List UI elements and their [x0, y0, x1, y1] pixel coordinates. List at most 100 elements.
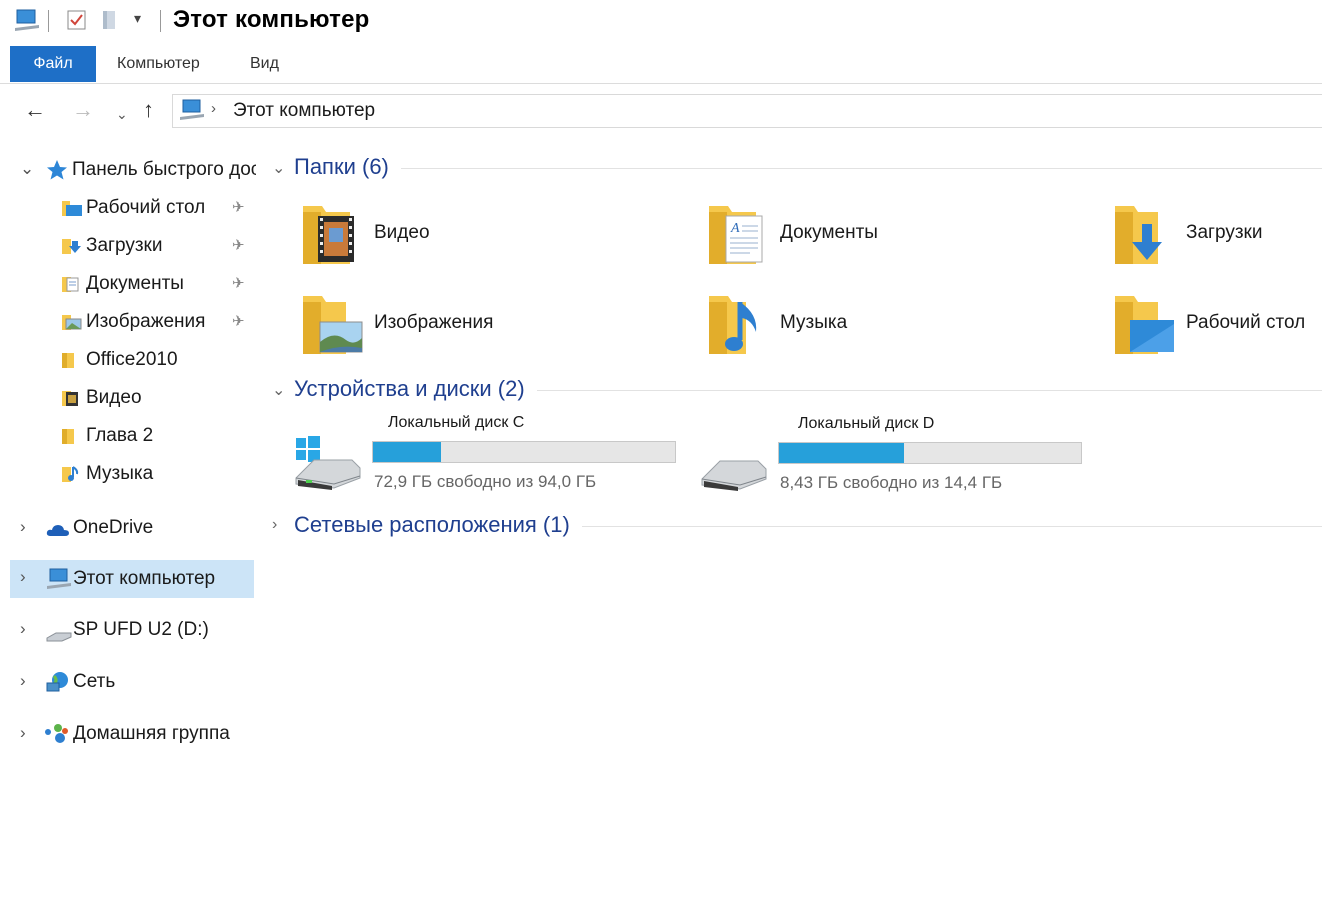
- folder-desktop[interactable]: Рабочий стол: [1112, 288, 1322, 368]
- folder-name: Документы: [780, 222, 878, 243]
- ribbon-tabs: Файл Компьютер Вид: [0, 46, 1322, 84]
- collapsed-chevron-icon[interactable]: ›: [20, 567, 26, 587]
- sidebar-item-documents[interactable]: Документы ✈: [10, 266, 254, 302]
- drive-free-space: 72,9 ГБ свободно из 94,0 ГБ: [374, 472, 597, 491]
- recent-locations-chevron-icon[interactable]: ⌄: [116, 102, 128, 126]
- sidebar-item-network[interactable]: › Сеть: [10, 664, 254, 700]
- sidebar-item-label: Глава 2: [86, 425, 154, 446]
- network-icon: [46, 671, 70, 699]
- collapsed-chevron-icon[interactable]: ›: [20, 517, 26, 537]
- navigation-pane: ⌄ Панель быстрого доступа Рабочий стол ✈…: [10, 150, 256, 790]
- sidebar-item-label: Office2010: [86, 349, 178, 370]
- desktop-folder-icon: [62, 199, 82, 223]
- sidebar-item-this-pc[interactable]: › Этот компьютер: [10, 560, 254, 598]
- collapsed-chevron-icon[interactable]: ›: [20, 671, 26, 691]
- sidebar-item-label: Изображения: [86, 311, 206, 332]
- breadcrumb-separator-icon[interactable]: ›: [211, 100, 216, 117]
- drive-name: Локальный диск D: [798, 415, 935, 432]
- expanded-chevron-icon[interactable]: ⌄: [20, 159, 34, 179]
- computer-icon: [46, 568, 72, 596]
- drive-usage-fill: [373, 442, 441, 462]
- group-title: Устройства и диски (2): [294, 376, 537, 402]
- back-arrow-icon[interactable]: ←: [24, 98, 46, 122]
- up-arrow-icon[interactable]: ↑: [143, 98, 154, 122]
- collapsed-chevron-icon[interactable]: ›: [20, 619, 26, 639]
- sidebar-item-downloads[interactable]: Загрузки ✈: [10, 228, 254, 264]
- tab-computer[interactable]: Компьютер: [105, 46, 212, 82]
- usb-drive-icon: [46, 626, 72, 648]
- folder-icon: [62, 427, 82, 451]
- sidebar-item-homegroup[interactable]: › Домашняя группа: [10, 716, 254, 752]
- divider: [294, 168, 1322, 169]
- tab-view[interactable]: Вид: [238, 46, 291, 82]
- properties-icon[interactable]: [66, 8, 88, 37]
- expanded-chevron-icon[interactable]: ⌄: [272, 380, 285, 400]
- navigation-bar: ← → ⌄ ↑ › Этот компьютер: [0, 94, 1322, 128]
- sidebar-item-label: Загрузки: [86, 235, 163, 256]
- sidebar-item-office2010[interactable]: Office2010: [10, 342, 254, 378]
- folder-name: Загрузки: [1186, 222, 1263, 243]
- address-bar[interactable]: › Этот компьютер: [172, 94, 1322, 128]
- star-icon: [46, 159, 68, 187]
- expanded-chevron-icon[interactable]: ⌄: [272, 158, 285, 178]
- group-title: Сетевые расположения (1): [294, 512, 582, 538]
- sidebar-item-pictures[interactable]: Изображения ✈: [10, 304, 254, 340]
- sidebar-item-quick-access[interactable]: ⌄ Панель быстрого доступа: [10, 152, 256, 188]
- videos-folder-icon: [303, 206, 354, 264]
- sidebar-item-label: Этот компьютер: [73, 568, 216, 589]
- folder-name: Музыка: [780, 312, 848, 333]
- network-group-header[interactable]: › Сетевые расположения (1): [272, 512, 1322, 542]
- folder-documents[interactable]: A Документы: [706, 198, 1086, 278]
- customize-arrow-icon[interactable]: ▾: [134, 10, 141, 27]
- folder-downloads[interactable]: Загрузки: [1112, 198, 1322, 278]
- hard-drive-icon: [701, 460, 767, 491]
- folder-videos[interactable]: Видео: [300, 198, 680, 278]
- breadcrumb-this-pc[interactable]: Этот компьютер: [233, 100, 375, 122]
- sidebar-item-label: Домашняя группа: [73, 723, 230, 744]
- documents-folder-icon: A: [709, 206, 763, 264]
- sidebar-item-label: Рабочий стол: [86, 197, 206, 218]
- collapsed-chevron-icon[interactable]: ›: [272, 516, 277, 534]
- folder-icon: [62, 351, 82, 375]
- pin-icon[interactable]: ✈: [232, 274, 245, 292]
- window-title: Этот компьютер: [173, 6, 370, 33]
- folder-pictures[interactable]: Изображения: [300, 288, 680, 368]
- computer-icon[interactable]: [14, 8, 40, 37]
- devices-group-header[interactable]: ⌄ Устройства и диски (2): [272, 376, 1322, 406]
- folder-music[interactable]: Музыка: [706, 288, 1086, 368]
- sidebar-item-music[interactable]: Музыка: [10, 456, 254, 492]
- sidebar-item-label: Документы: [86, 273, 184, 294]
- group-title: Папки (6): [294, 154, 401, 180]
- downloads-folder-icon: [1115, 206, 1162, 264]
- drive-usage-bar: [778, 442, 1082, 464]
- sidebar-item-desktop[interactable]: Рабочий стол ✈: [10, 190, 254, 226]
- onedrive-icon: [46, 521, 70, 543]
- forward-arrow-icon[interactable]: →: [72, 98, 94, 122]
- svg-text:A: A: [730, 221, 740, 236]
- sidebar-item-label: SP UFD U2 (D:): [73, 619, 209, 640]
- pin-icon[interactable]: ✈: [232, 236, 245, 254]
- collapsed-chevron-icon[interactable]: ›: [20, 723, 26, 743]
- sidebar-item-onedrive[interactable]: › OneDrive: [10, 510, 254, 546]
- sidebar-item-videos[interactable]: Видео: [10, 380, 254, 416]
- drive-d[interactable]: Локальный диск D 8,43 ГБ свободно из 14,…: [700, 415, 1100, 495]
- sidebar-item-usb-drive[interactable]: › SP UFD U2 (D:): [10, 612, 254, 648]
- downloads-folder-icon: [62, 237, 82, 261]
- tab-file[interactable]: Файл: [10, 46, 96, 82]
- documents-folder-icon: [62, 275, 82, 299]
- pictures-folder-icon: [62, 313, 82, 337]
- drive-c[interactable]: Локальный диск C 72,9 ГБ свободно из 94,…: [294, 414, 694, 494]
- sidebar-item-chapter-2[interactable]: Глава 2: [10, 418, 254, 454]
- drive-usage-bar: [372, 441, 676, 463]
- folder-name: Видео: [374, 222, 430, 243]
- new-folder-icon[interactable]: [100, 8, 120, 37]
- folder-name: Рабочий стол: [1186, 312, 1306, 333]
- pictures-folder-icon: [303, 296, 363, 354]
- drive-free-space: 8,43 ГБ свободно из 14,4 ГБ: [780, 473, 1003, 492]
- music-folder-icon: [709, 296, 757, 354]
- pin-icon[interactable]: ✈: [232, 312, 245, 330]
- folders-group-header[interactable]: ⌄ Папки (6): [272, 154, 1322, 184]
- pin-icon[interactable]: ✈: [232, 198, 245, 216]
- sidebar-item-label: Музыка: [86, 463, 154, 484]
- sidebar-item-label: Панель быстрого доступа: [72, 159, 256, 180]
